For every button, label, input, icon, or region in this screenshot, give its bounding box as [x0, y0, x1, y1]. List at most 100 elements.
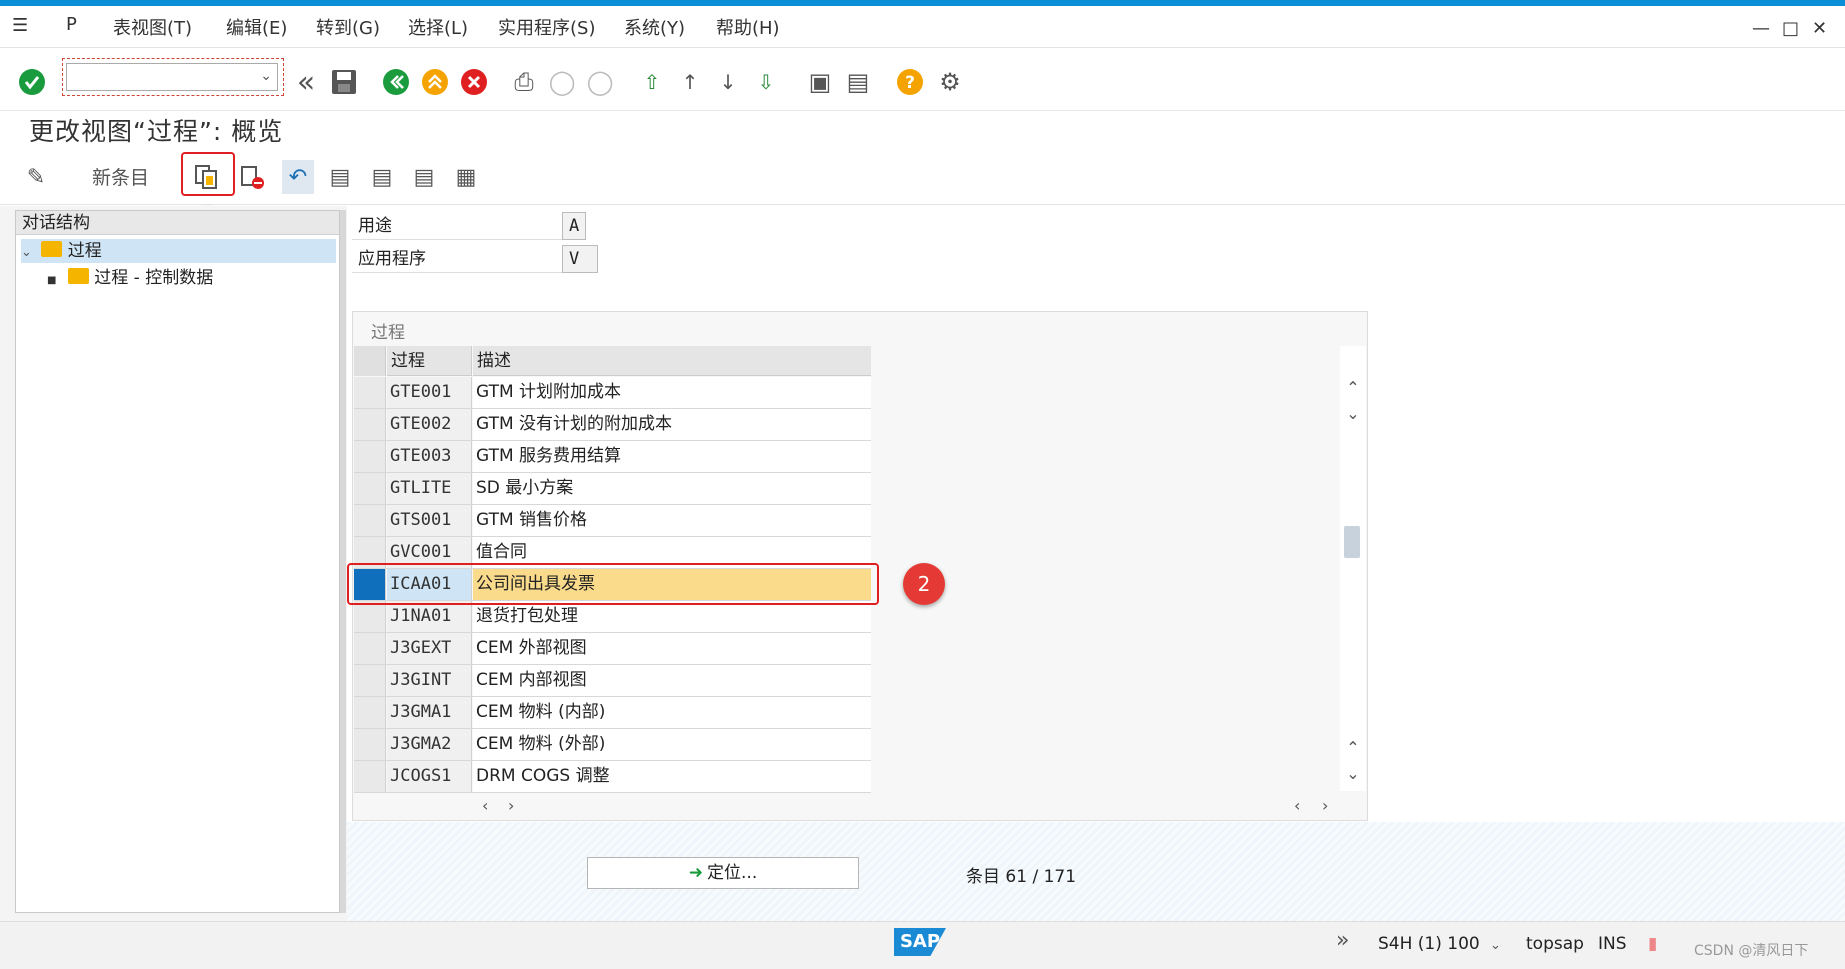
menu-item-system[interactable]: 系统(Y)	[624, 14, 685, 40]
sap-menu-icon[interactable]: P	[66, 14, 77, 35]
row-selector[interactable]	[354, 633, 386, 664]
cell-description[interactable]: CEM 外部视图	[473, 633, 871, 664]
row-selector[interactable]	[354, 761, 386, 792]
table-row[interactable]: GTE001 GTM 计划附加成本	[354, 377, 871, 409]
tree-item-procedure[interactable]: ⌄ 过程	[21, 239, 336, 263]
column-header-procedure[interactable]: 过程	[387, 346, 472, 376]
row-selector[interactable]	[354, 665, 386, 696]
system-info[interactable]: S4H (1) 100	[1378, 934, 1480, 954]
cancel-icon[interactable]	[458, 66, 490, 98]
row-selector[interactable]	[354, 697, 386, 728]
cell-procedure: GTE001	[387, 377, 472, 408]
menu-item-help[interactable]: 帮助(H)	[716, 14, 780, 40]
cell-description[interactable]: CEM 物料 (外部)	[473, 729, 871, 760]
tree-item-procedure-control[interactable]: ■ 过程 - 控制数据	[21, 266, 336, 290]
table-row[interactable]: GTLITE SD 最小方案	[354, 473, 871, 505]
cell-description[interactable]: GTM 计划附加成本	[473, 377, 871, 408]
cell-description[interactable]: CEM 物料 (内部)	[473, 697, 871, 728]
table-row[interactable]: J1NA01 退货打包处理	[354, 601, 871, 633]
menu-item-table-view[interactable]: 表视图(T)	[113, 14, 192, 40]
vertical-scrollbar[interactable]: ⌃ ⌄ ⌃ ⌄	[1340, 346, 1366, 791]
scroll-thumb[interactable]	[1344, 526, 1360, 558]
row-selector[interactable]	[354, 473, 386, 504]
cell-description[interactable]: SD 最小方案	[473, 473, 871, 504]
chevron-down-icon[interactable]: ⌄	[21, 245, 32, 260]
command-field[interactable]: ⌄	[66, 63, 278, 91]
row-selector[interactable]	[354, 377, 386, 408]
column-header-description[interactable]: 描述	[473, 346, 871, 376]
scroll-right-far-icon[interactable]: ›	[1322, 796, 1328, 815]
table-row[interactable]: JCOGS1 DRM COGS 调整	[354, 761, 871, 793]
close-window-icon[interactable]: ✕	[1812, 18, 1827, 39]
row-selector[interactable]	[354, 601, 386, 632]
row-selector[interactable]	[354, 441, 386, 472]
table-row[interactable]: GTS001 GTM 销售价格	[354, 505, 871, 537]
scroll-right-icon[interactable]: ›	[508, 796, 514, 815]
panel-splitter[interactable]	[340, 210, 346, 913]
select-block-icon[interactable]: ▤	[366, 160, 398, 194]
table-row[interactable]: GTE002 GTM 没有计划的附加成本	[354, 409, 871, 441]
find-next-icon[interactable]: ◯	[584, 66, 616, 98]
save-icon[interactable]	[328, 66, 360, 98]
scroll-left-far-icon[interactable]: ‹	[1294, 796, 1300, 815]
create-session-icon[interactable]: ▣	[804, 66, 836, 98]
cell-procedure: J3GMA1	[387, 697, 472, 728]
print-field-icon[interactable]: ▦	[450, 160, 482, 194]
scroll-left-icon[interactable]: ‹	[482, 796, 488, 815]
scroll-page-down-icon[interactable]: ⌄	[1340, 764, 1366, 783]
position-button[interactable]: ➜ 定位...	[587, 857, 859, 889]
display-change-icon[interactable]: ✎	[20, 160, 52, 194]
row-selector[interactable]	[354, 409, 386, 440]
menu-item-goto[interactable]: 转到(G)	[316, 14, 380, 40]
cell-description[interactable]: DRM COGS 调整	[473, 761, 871, 792]
scroll-page-up-icon[interactable]: ⌃	[1340, 738, 1366, 757]
table-row[interactable]: J3GEXT CEM 外部视图	[354, 633, 871, 665]
enter-icon[interactable]	[16, 66, 48, 98]
table-row[interactable]: J3GMA1 CEM 物料 (内部)	[354, 697, 871, 729]
find-icon[interactable]: ◯	[546, 66, 578, 98]
next-page-icon[interactable]: ↓	[712, 66, 744, 98]
expand-status-icon[interactable]: »	[1336, 928, 1349, 953]
select-all-rows-cell[interactable]	[354, 346, 386, 376]
exit-icon[interactable]	[419, 66, 451, 98]
row-selector[interactable]	[354, 505, 386, 536]
table-row[interactable]: J3GINT CEM 内部视图	[354, 665, 871, 697]
watermark-text: CSDN @清风日下	[1694, 943, 1809, 959]
print-icon[interactable]: ⎙	[508, 66, 540, 98]
prev-page-icon[interactable]: ↑	[674, 66, 706, 98]
back-icon[interactable]	[380, 66, 412, 98]
insert-mode[interactable]: INS	[1598, 934, 1627, 954]
new-entries-button[interactable]: 新条目	[92, 163, 149, 190]
delete-icon[interactable]	[236, 160, 268, 194]
horizontal-scrollbar[interactable]: ‹ › ‹ ›	[470, 792, 1340, 820]
select-all-icon[interactable]: ▤	[324, 160, 356, 194]
last-page-icon[interactable]: ⇩	[750, 66, 782, 98]
first-page-icon[interactable]: ⇧	[636, 66, 668, 98]
chevron-down-icon[interactable]: ⌄	[1490, 938, 1501, 953]
menu-icon[interactable]: ☰	[12, 15, 28, 36]
deselect-all-icon[interactable]: ▤	[408, 160, 440, 194]
cell-description[interactable]: GTM 销售价格	[473, 505, 871, 536]
position-button-label: 定位...	[707, 863, 758, 883]
table-row[interactable]: J3GMA2 CEM 物料 (外部)	[354, 729, 871, 761]
row-selector[interactable]	[354, 729, 386, 760]
maximize-icon[interactable]: □	[1782, 18, 1799, 39]
cell-description[interactable]: 退货打包处理	[473, 601, 871, 632]
undo-icon[interactable]: ↶	[282, 160, 314, 194]
cell-description[interactable]: CEM 内部视图	[473, 665, 871, 696]
back-double-icon[interactable]: «	[290, 65, 322, 100]
cell-description[interactable]: GTM 服务费用结算	[473, 441, 871, 472]
cell-description[interactable]: GTM 没有计划的附加成本	[473, 409, 871, 440]
scroll-up-icon[interactable]: ⌃	[1340, 378, 1366, 397]
settings-icon[interactable]: ⚙	[934, 66, 966, 98]
minimize-icon[interactable]: —	[1752, 18, 1770, 39]
shortcut-icon[interactable]: ▤	[842, 66, 874, 98]
menu-item-edit[interactable]: 编辑(E)	[226, 14, 287, 40]
scroll-down-icon[interactable]: ⌄	[1340, 404, 1366, 423]
table-row[interactable]: GTE003 GTM 服务费用结算	[354, 441, 871, 473]
menu-item-selection[interactable]: 选择(L)	[408, 14, 468, 40]
menu-item-utilities[interactable]: 实用程序(S)	[498, 14, 595, 40]
chevron-down-icon[interactable]: ⌄	[260, 68, 272, 84]
tree-item-label: 过程	[67, 241, 102, 261]
help-icon[interactable]: ?	[894, 66, 926, 98]
